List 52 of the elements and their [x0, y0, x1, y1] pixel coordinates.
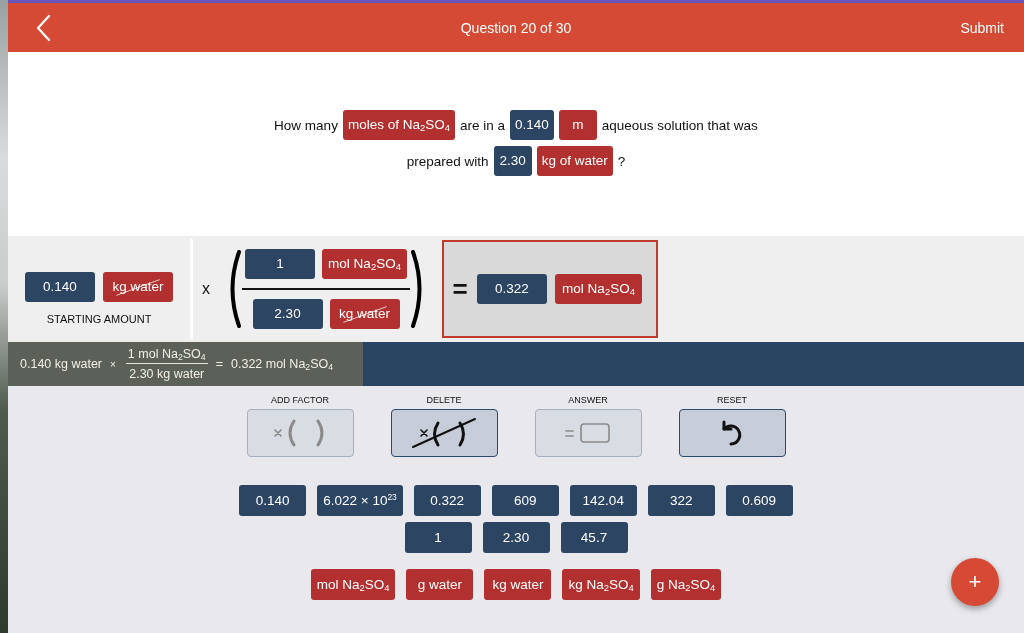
question-text: are in a [459, 117, 505, 133]
question-text: prepared with [406, 153, 489, 169]
crossed-parentheses-icon [411, 417, 477, 449]
chevron-left-icon[interactable] [35, 13, 51, 42]
number-tile[interactable]: 45.7 [560, 522, 628, 553]
unit-tile[interactable]: g Na$_{2}$SO$_{4}$ [650, 569, 722, 600]
numerator-unit-tile[interactable]: mol Na$_{2}$SO$_{4}$ [322, 248, 407, 279]
submit-button[interactable]: Submit [958, 17, 1006, 38]
answer-value-tile[interactable]: 0.322 [477, 274, 547, 304]
reset-button[interactable] [678, 409, 786, 457]
unit-chip: kg of water [536, 146, 613, 176]
number-tile[interactable]: 0.322 [413, 485, 481, 516]
number-tile[interactable]: 0.609 [725, 485, 793, 516]
question-text: ? [617, 153, 626, 169]
unit-tile[interactable]: kg Na$_{2}$SO$_{4}$ [562, 569, 640, 600]
unit-chip: moles of Na$_{2}$SO$_{4}$ [342, 110, 455, 140]
tool-label: DELETE [426, 395, 462, 405]
tool-label: ADD FACTOR [271, 395, 329, 405]
summary-numerator: 1 mol Na$_{2}$SO$_{4}$ [125, 347, 208, 364]
numerator-value-tile[interactable]: 1 [245, 248, 316, 279]
starting-amount-label: STARTING AMOUNT [46, 312, 152, 325]
number-tile[interactable]: 142.04 [569, 485, 637, 516]
equals-sign: = [451, 273, 469, 305]
unit-tile[interactable]: g water [406, 569, 474, 600]
summary-result-text: 0.322 mol Na$_{2}$SO$_{4}$ [231, 357, 334, 371]
undo-icon [720, 420, 744, 446]
tool-label: ANSWER [568, 395, 608, 405]
number-tile[interactable]: 0.140 [239, 485, 307, 516]
unit-tile[interactable]: mol Na$_{2}$SO$_{4}$ [310, 569, 396, 600]
number-tile[interactable]: 6.022 × 10$^{23}$ [317, 485, 403, 516]
number-tile[interactable]: 322 [647, 485, 715, 516]
unit-tile[interactable]: kg water [484, 569, 552, 600]
tool-label: RESET [717, 395, 747, 405]
summary-equals-sign: = [215, 357, 223, 371]
summary-multiply-sign: × [110, 358, 116, 370]
question-counter: Question 20 of 30 [460, 19, 572, 36]
question-text: How many [274, 117, 338, 133]
denominator-value-tile[interactable]: 2.30 [252, 299, 323, 330]
answer-unit-tile[interactable]: mol Na$_{2}$SO$_{4}$ [555, 274, 642, 304]
multiply-sign: x [202, 280, 210, 298]
unit-chip: m [558, 110, 597, 140]
number-tile[interactable]: 1 [404, 522, 472, 553]
starting-value-tile[interactable]: 0.140 [25, 271, 95, 302]
equals-box-icon [565, 422, 611, 444]
number-chip: 0.140 [509, 110, 554, 140]
summary-denominator: 2.30 kg water [129, 366, 205, 381]
summary-start-text: 0.140 kg water [20, 357, 102, 371]
number-chip: 2.30 [493, 146, 532, 176]
number-tile[interactable]: 609 [491, 485, 559, 516]
delete-button[interactable] [390, 409, 498, 457]
question-text: aqueous solution that was [601, 117, 758, 133]
number-tile[interactable]: 2.30 [482, 522, 550, 553]
